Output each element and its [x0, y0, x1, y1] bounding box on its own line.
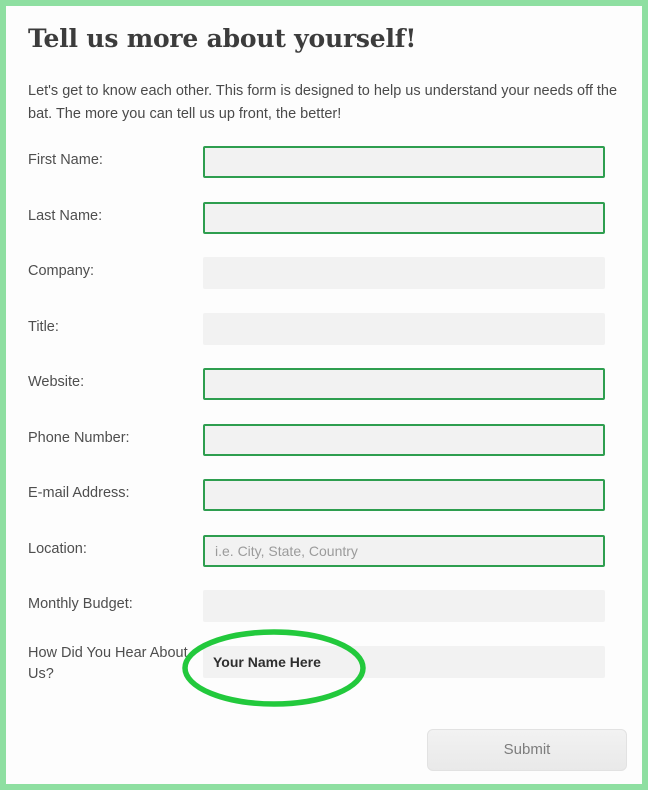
- field-input-location[interactable]: [203, 534, 605, 567]
- field-label-first-name: First Name:: [28, 152, 103, 168]
- field-input-e-mail-address[interactable]: [203, 479, 605, 511]
- field-label-e-mail-address: E-mail Address:: [28, 485, 130, 501]
- field-label-title: Title:: [28, 318, 59, 335]
- form-row: Company:: [6, 250, 642, 306]
- form-row: How Did You Hear About Us?: [6, 639, 642, 695]
- field-label-website: Website:: [28, 374, 85, 390]
- page-title: Tell us more about yourself!: [28, 24, 417, 53]
- form-row: Website:: [6, 361, 642, 417]
- field-label-company: Company:: [28, 263, 95, 279]
- form-page: Tell us more about yourself! Let's get t…: [0, 0, 648, 790]
- field-input-company[interactable]: [203, 257, 605, 289]
- field-label-last-name: Last Name:: [28, 207, 103, 224]
- field-input-first-name[interactable]: [203, 146, 605, 178]
- page-intro-text: Let's get to know each other. This form …: [28, 83, 618, 122]
- form-row: Title:: [6, 306, 642, 362]
- field-input-last-name[interactable]: [203, 201, 605, 234]
- field-label-monthly-budget: Monthly Budget:: [28, 596, 133, 612]
- field-input-title[interactable]: [203, 312, 605, 345]
- submit-button[interactable]: Submit: [427, 729, 627, 771]
- field-input-how-did-you-hear-about-us[interactable]: [203, 645, 605, 678]
- field-label-location: Location:: [28, 540, 87, 557]
- field-label-phone-number: Phone Number:: [28, 429, 130, 446]
- form-row: Monthly Budget:: [6, 583, 642, 639]
- form-field-list: First Name: Last Name: Company: Title: Websi…: [6, 139, 642, 694]
- form-row: Phone Number:: [6, 417, 642, 473]
- form-card: Tell us more about yourself! Let's get t…: [6, 6, 642, 784]
- field-input-monthly-budget[interactable]: [203, 590, 605, 622]
- form-row: Last Name:: [6, 195, 642, 251]
- form-row: E-mail Address:: [6, 472, 642, 528]
- field-input-website[interactable]: [203, 368, 605, 400]
- field-label-how-did-you-hear-about-us: How Did You Hear About Us?: [28, 644, 188, 682]
- field-input-phone-number[interactable]: [203, 423, 605, 456]
- form-row: Location:: [6, 528, 642, 584]
- form-row: First Name:: [6, 139, 642, 195]
